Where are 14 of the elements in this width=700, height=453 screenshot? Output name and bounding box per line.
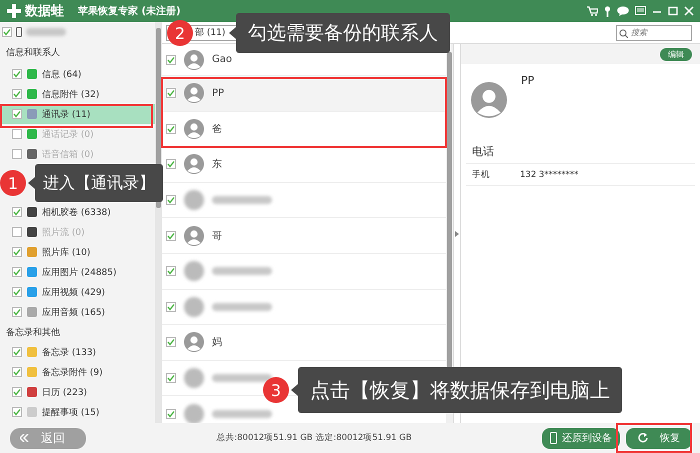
callout-tooltip: 勾选需要备份的联系人 [236, 13, 450, 53]
step-number-tooltip: 2 [167, 20, 193, 46]
group-heading: 信息和联系人 [5, 46, 61, 60]
window-title: 苹果恢复专家 (未注册) [78, 4, 181, 18]
logo-text: 数据蛙 [25, 3, 64, 20]
field-value: 132 3******** [520, 170, 578, 180]
group-heading: 备忘录和其他 [5, 326, 61, 340]
section-heading: 电话 [466, 144, 695, 164]
contact-name: PP [521, 74, 534, 89]
step-number-tooltip: 3 [263, 377, 289, 403]
field-label: 手机 [472, 168, 490, 180]
callout-tooltip: 进入【通讯录】 [35, 164, 163, 202]
status-text: 总共:80012项51.91 GB 选定:80012项51.91 GB [215, 432, 413, 444]
callout-tooltip: 点击【恢复】将数据保存到电脑上 [298, 367, 622, 413]
